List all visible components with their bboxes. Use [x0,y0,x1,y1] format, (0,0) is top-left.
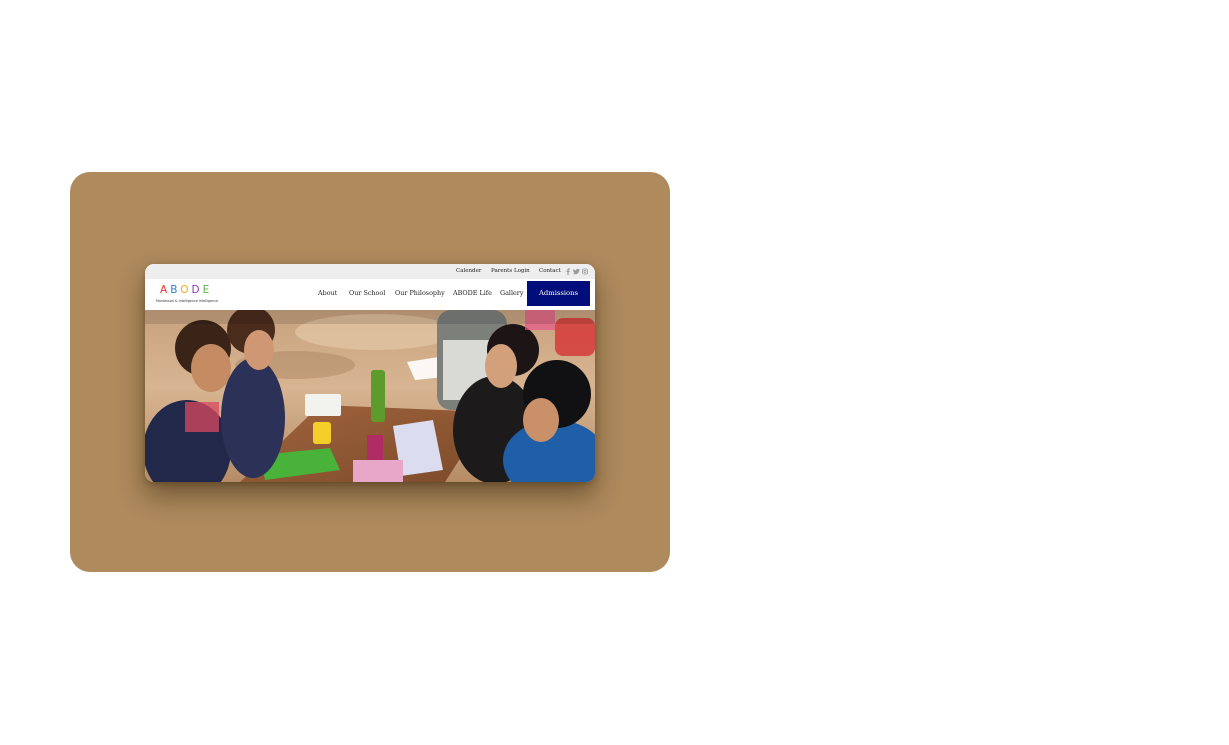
logo-letter-e: E [202,284,213,296]
nav-about[interactable]: About [318,289,337,297]
nav-gallery[interactable]: Gallery [500,289,523,297]
candy-packets [353,460,403,482]
admissions-button[interactable]: Admissions [527,281,590,306]
facebook-icon[interactable] [565,268,571,275]
juice-box [367,435,383,463]
first-aid-box [305,394,341,416]
utility-bar: Calender Parents Login Contact [145,264,595,279]
yellow-cup [313,422,331,444]
logo-tagline: Montessori & Intelligence Intelligence [156,299,219,303]
preview-card: Calender Parents Login Contact ABODE Mon… [70,172,670,572]
abode-logo[interactable]: ABODE Montessori & Intelligence Intellig… [156,284,226,306]
contact-link[interactable]: Contact [539,268,561,275]
instagram-icon[interactable] [582,268,588,275]
snack-tube [371,370,385,422]
nav-our-philosophy[interactable]: Our Philosophy [395,289,445,297]
nav-our-school[interactable]: Our School [349,289,385,297]
twitter-icon[interactable] [573,268,580,275]
logo-wordmark: ABODE [160,284,212,297]
website-screenshot: Calender Parents Login Contact ABODE Mon… [145,264,595,482]
logo-letter-a: A [160,284,171,296]
logo-letter-o: O [180,284,192,296]
main-navigation: ABODE Montessori & Intelligence Intellig… [145,279,595,310]
logo-letter-b: B [170,284,181,296]
parents-login-link[interactable]: Parents Login [491,268,530,275]
child-stars [221,358,285,478]
nav-abode-life[interactable]: ABODE Life [453,289,492,297]
calender-link[interactable]: Calender [456,268,481,275]
logo-letter-d: D [191,284,203,296]
hero-photo [145,310,595,482]
